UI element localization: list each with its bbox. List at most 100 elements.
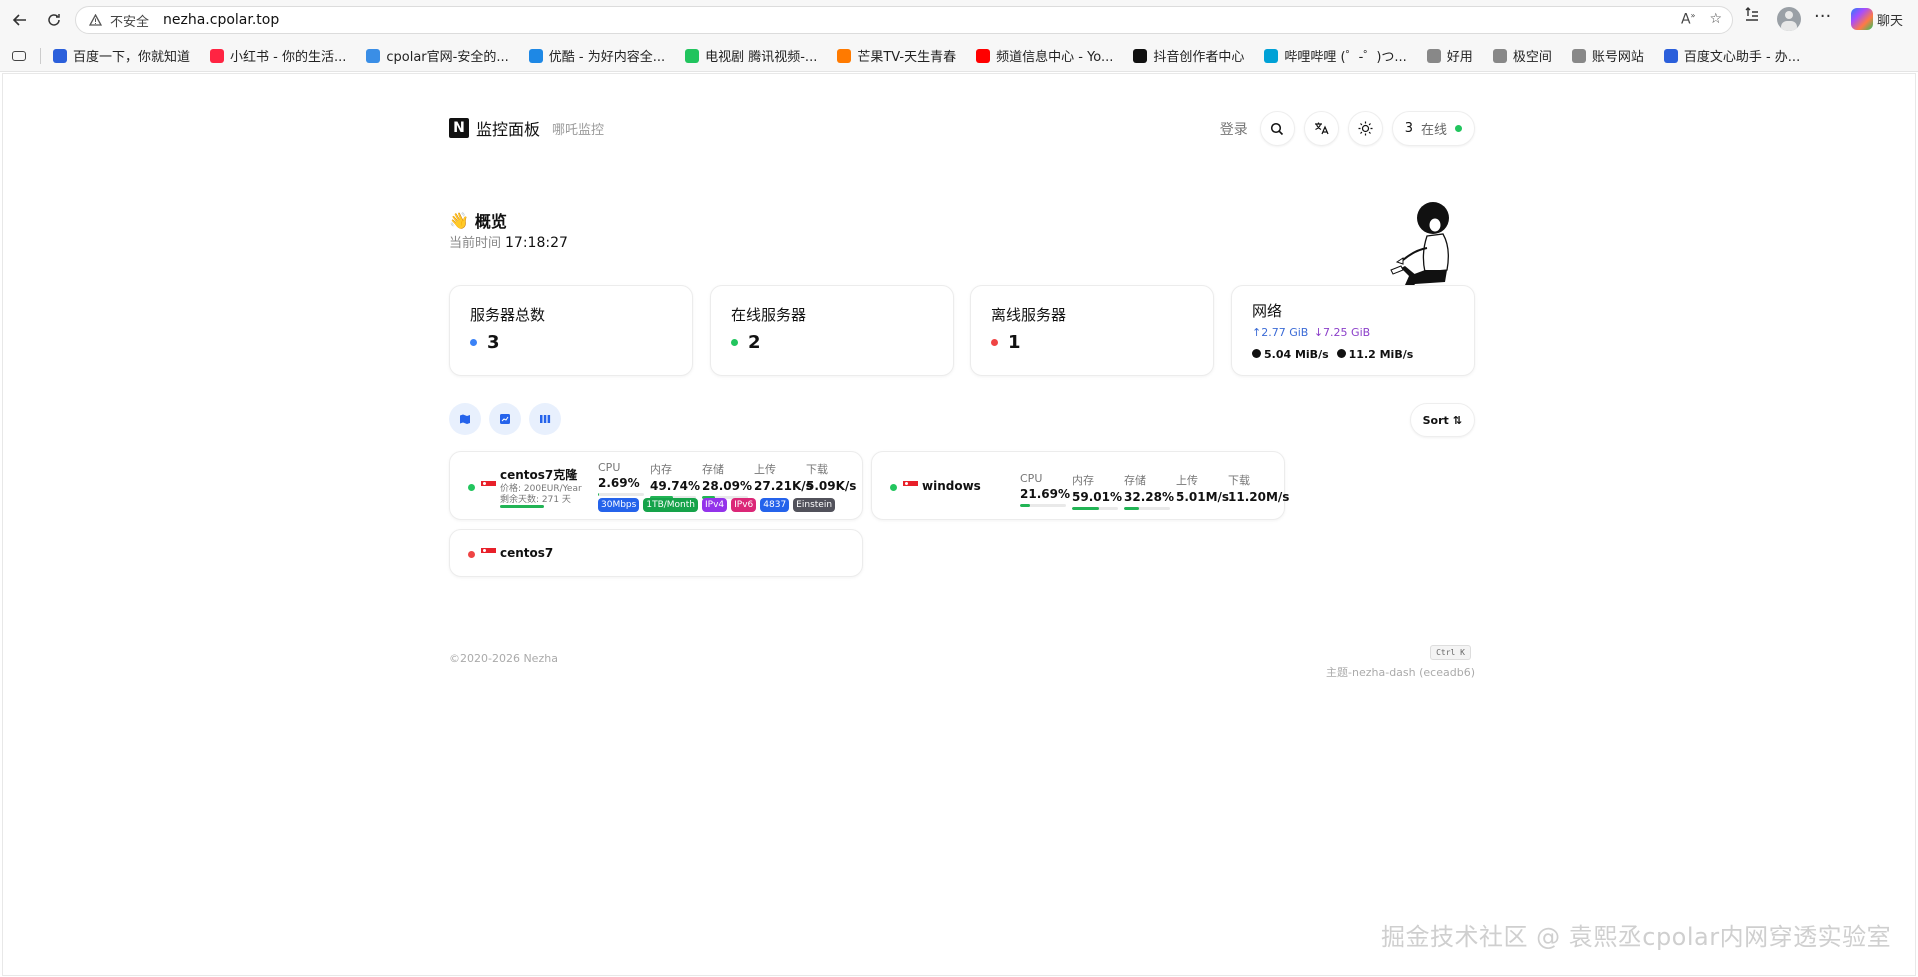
upload-speed: 5.04 MiB/s [1264, 348, 1329, 361]
bookmark-item[interactable]: 频道信息中心 - Yo... [976, 46, 1113, 65]
disk-metric: 存储 32.28% [1124, 472, 1174, 510]
server-remaining-days: 剩余天数: 271 天 [500, 495, 571, 505]
bookmark-item[interactable]: 哔哩哔哩 (゜-゜)つ... [1264, 46, 1407, 65]
bookmark-item[interactable]: 电视剧 腾讯视频-... [685, 46, 817, 65]
shortcut-hint[interactable]: Ctrl K [1430, 645, 1471, 660]
download-metric: 下载 5.09K/s [806, 463, 857, 493]
favorites-icon[interactable] [1742, 6, 1760, 24]
online-dot [731, 339, 738, 346]
stat-card-network[interactable]: 网络 ↑2.77 GiB ↓7.25 GiB 5.04 MiB/s 11.2 M… [1231, 285, 1475, 376]
server-card-centos7[interactable]: centos7 [449, 529, 863, 577]
bookmark-list: 百度一下，你就知道 小红书 - 你的生活... cpolar官网-安全的... 优酷 … [53, 46, 1820, 65]
watermark: 掘金技术社区 @ 袁熙丞cpolar内网穿透实验室 [1381, 923, 1892, 951]
total-dot [470, 339, 477, 346]
bookmark-favicon-icon [1133, 48, 1148, 63]
chart-view-button[interactable] [489, 403, 521, 435]
upload-speed-icon [1252, 349, 1261, 358]
url-text[interactable]: nezha.cpolar.top [163, 12, 279, 28]
bookmark-item[interactable]: 小红书 - 你的生活... [210, 46, 346, 65]
flag-icon [903, 481, 918, 491]
server-tag: 30Mbps [598, 498, 640, 512]
offline-dot [991, 339, 998, 346]
download-total: ↓7.25 GiB [1313, 326, 1371, 339]
login-link[interactable]: 登录 [1220, 119, 1248, 139]
sun-icon [1358, 121, 1373, 136]
copyright: ©2020-2026 Nezha [449, 652, 558, 665]
copilot-chat-button[interactable]: 聊天 [1851, 8, 1903, 30]
stat-card-total[interactable]: 服务器总数 3 [449, 285, 693, 376]
bookmark-item[interactable]: 抖音创作者中心 [1133, 46, 1244, 65]
reading-list-icon[interactable] [12, 50, 26, 61]
download-metric: 下载 11.20M/s [1228, 474, 1290, 504]
page-title: 监控面板 [476, 120, 541, 139]
stat-card-online[interactable]: 在线服务器 2 [710, 285, 954, 376]
bookmark-favicon-icon [1264, 48, 1279, 63]
server-tag: IPv6 [731, 498, 757, 512]
refresh-icon[interactable] [42, 8, 66, 32]
nezha-logo[interactable]: N [449, 118, 469, 138]
favorite-star-icon[interactable]: ☆ [1709, 11, 1722, 28]
upload-total: ↑2.77 GiB [1252, 326, 1309, 339]
language-button[interactable] [1303, 111, 1339, 146]
translate-icon [1314, 122, 1329, 135]
cpu-bar [1020, 504, 1030, 507]
bookmark-item[interactable]: 好用 [1426, 46, 1473, 65]
server-name: windows [922, 479, 981, 493]
waving-hand-icon: 👋 [449, 210, 469, 230]
read-aloud-icon[interactable]: A» [1681, 11, 1695, 28]
status-dot [890, 484, 897, 491]
dashboard-header: N 监控面板 哪吒监控 登录 3 在线 [449, 111, 1475, 146]
server-card-centos7-clone[interactable]: centos7克隆 价格: 200EUR/Year 剩余天数: 271 天 CP… [449, 451, 863, 520]
current-time-row: 当前时间 17:18:27 [449, 235, 568, 251]
more-menu-icon[interactable]: ··· [1814, 6, 1831, 27]
server-tags: 30Mbps 1TB/Month IPv4 IPv6 4837 Einstein [598, 498, 836, 512]
server-card-windows[interactable]: windows CPU 21.69% 内存 59.01% 存储 32.28% 上… [871, 451, 1289, 520]
download-speed: 11.2 MiB/s [1348, 348, 1414, 361]
bookmark-item[interactable]: 极空间 [1492, 46, 1552, 65]
flag-icon [481, 548, 496, 558]
page-subtitle: 哪吒监控 [552, 122, 605, 138]
bookmark-favicon-icon [837, 48, 852, 63]
stat-card-offline[interactable]: 离线服务器 1 [970, 285, 1214, 376]
map-view-button[interactable] [449, 403, 481, 435]
grid-view-button[interactable] [529, 403, 561, 435]
search-button[interactable] [1259, 111, 1295, 146]
upload-metric: 上传 27.21K/s [754, 463, 813, 493]
status-dot [468, 551, 475, 558]
memory-metric: 内存 49.74% [650, 461, 700, 499]
page-content: N 监控面板 哪吒监控 登录 3 在线 👋 概览 当前时间 17:18:27 服… [2, 73, 1916, 976]
server-tag: 1TB/Month [643, 498, 698, 512]
bookmark-favicon-icon [53, 48, 67, 63]
chart-icon [500, 414, 510, 424]
bookmark-item[interactable]: 百度一下，你就知道 [53, 46, 190, 65]
back-icon[interactable] [8, 8, 32, 32]
sort-arrows-icon: ⇅ [1452, 413, 1462, 427]
bookmark-item[interactable]: 百度文心助手 - 办... [1663, 46, 1800, 65]
bookmark-favicon-icon [1663, 48, 1678, 63]
theme-toggle-button[interactable] [1347, 111, 1383, 146]
bookmark-item[interactable]: 优酷 - 为好内容全... [528, 46, 665, 65]
bookmark-item[interactable]: 芒果TV-天生青春 [837, 46, 956, 65]
server-tag: Einstein [793, 498, 836, 512]
bookmark-item[interactable]: cpolar官网-安全的... [366, 46, 509, 65]
bookmark-item[interactable]: 账号网站 [1571, 46, 1644, 65]
current-time: 17:18:27 [505, 235, 568, 251]
server-name: centos7 [500, 546, 554, 560]
address-bar[interactable]: 不安全 nezha.cpolar.top A» ☆ [75, 6, 1733, 34]
server-tag: IPv4 [701, 498, 728, 512]
memory-metric: 内存 59.01% [1072, 472, 1122, 510]
search-icon [1271, 122, 1284, 135]
overview-heading: 👋 概览 [449, 210, 507, 232]
upload-metric: 上传 5.01M/s [1176, 474, 1230, 504]
bookmark-favicon-icon [366, 48, 381, 63]
online-count-badge[interactable]: 3 在线 [1391, 111, 1475, 146]
bookmarks-bar: 百度一下，你就知道 小红书 - 你的生活... cpolar官网-安全的... 优酷 … [0, 40, 1918, 72]
sort-button[interactable]: Sort ⇅ [1409, 403, 1475, 437]
bookmark-favicon-icon [1571, 48, 1586, 63]
remaining-bar [500, 505, 544, 508]
disk-bar [1124, 507, 1139, 510]
cpu-metric: CPU 2.69% [598, 461, 644, 496]
profile-avatar-icon[interactable] [1777, 7, 1801, 31]
status-dot [468, 484, 475, 491]
theme-info: 主题-nezha-dash (eceadb6) [1326, 666, 1475, 679]
